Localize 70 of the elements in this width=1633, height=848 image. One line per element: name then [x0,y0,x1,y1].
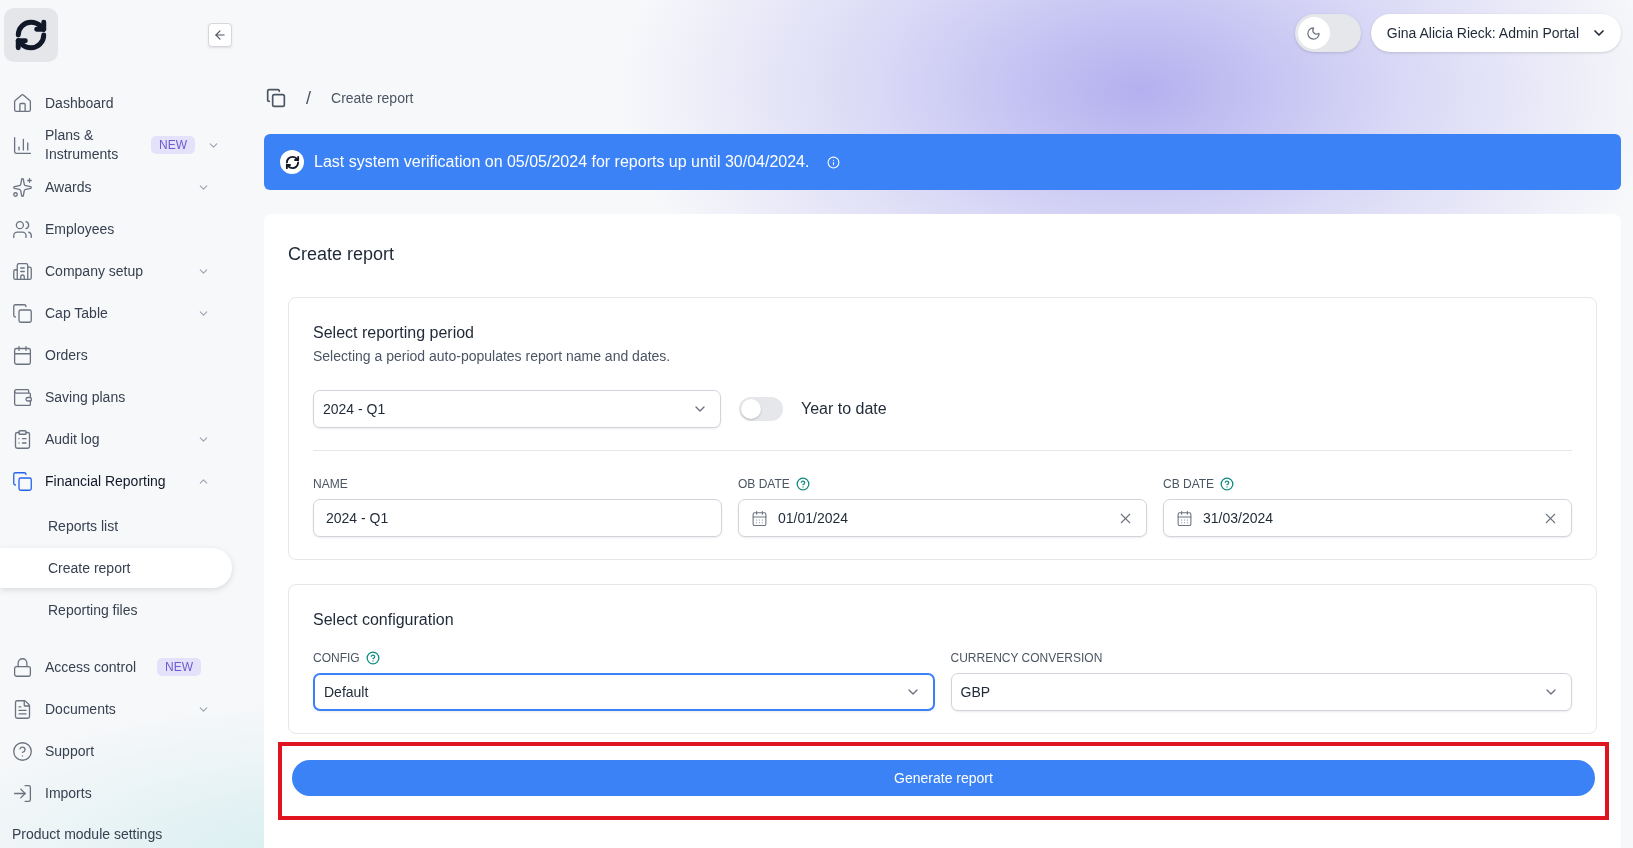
sidebar-item[interactable]: Financial Reporting [0,460,250,502]
field-label: CURRENCY CONVERSION [950,651,1103,665]
nav-icon [12,302,33,324]
nav-icon [12,344,33,366]
arrow-left-icon [213,28,227,42]
generate-report-button[interactable]: Generate report [292,760,1595,796]
info-icon[interactable] [827,155,841,169]
sidebar-item[interactable]: Plans & Instruments NEW [0,124,250,166]
sync-icon [280,150,304,174]
logo[interactable] [4,8,58,62]
switch-label: Year to date [801,400,887,418]
nav-icon [12,470,33,492]
nav-icon [12,218,33,240]
year-to-date-switch[interactable] [739,397,783,421]
reports-icon[interactable] [266,88,286,108]
sidebar-item[interactable]: Documents [0,688,250,730]
sidebar-item[interactable]: Access control NEW [0,646,250,688]
new-badge: NEW [151,136,195,154]
help-icon[interactable] [1220,477,1235,491]
sidebar-item[interactable]: Audit log [0,418,250,460]
sidebar-item[interactable]: Imports [0,772,250,814]
section-title: Select reporting period [313,324,475,342]
nav-icon [12,698,33,720]
nav-icon [12,260,33,282]
field-label: NAME [313,477,348,491]
sidebar-item[interactable]: Employees [0,208,250,250]
user-menu-button[interactable]: Gina Alicia Rieck: Admin Portal [1370,14,1621,52]
collapse-sidebar-button[interactable] [208,23,232,47]
select-field[interactable]: Default [313,673,935,711]
period-select[interactable]: 2024 - Q1 [313,390,721,428]
sidebar-item[interactable]: Dashboard [0,82,250,124]
nav-icon [12,782,33,804]
section-title: Select configuration [313,611,455,629]
help-icon[interactable] [365,651,380,665]
help-icon[interactable] [795,477,810,491]
sidebar-item[interactable]: Support [0,730,250,772]
nav-icon [12,386,33,408]
breadcrumb-separator: / [306,87,311,109]
sidebar-subitem[interactable]: Reports list [0,506,232,546]
date-field[interactable]: 01/01/2024 [738,499,1147,537]
theme-toggle[interactable] [1294,14,1361,52]
page-title: Create report [288,244,396,265]
sidebar-item[interactable]: Company setup [0,250,250,292]
field-label: CONFIG [313,651,360,665]
sidebar-item[interactable]: Cap Table [0,292,250,334]
nav-icon [12,134,33,156]
nav-icon [12,656,33,678]
nav-icon [12,428,33,450]
nav-icon [12,92,33,114]
breadcrumb-item: Create report [331,90,414,106]
logo-icon [14,18,48,52]
calendar-icon [751,509,768,527]
field-label: OB DATE [738,477,790,491]
sidebar-subitem[interactable]: Create report [0,548,232,588]
select-field[interactable]: GBP [950,673,1572,711]
sidebar-item[interactable]: Awards [0,166,250,208]
product-module-settings-link[interactable]: Product module settings [0,814,250,842]
sidebar-item[interactable]: Orders [0,334,250,376]
banner-text: Last system verification on 05/05/2024 for reports up until 30/04/2024. [314,153,810,171]
nav-icon [12,176,33,198]
field-label: CB DATE [1163,477,1215,491]
sidebar-subitem[interactable]: Reporting files [0,590,232,630]
moon-icon [1306,25,1322,41]
input-field[interactable]: 2024 - Q1 [313,499,722,537]
new-badge: NEW [157,658,201,676]
calendar-icon [1176,509,1193,527]
date-field[interactable]: 31/03/2024 [1163,499,1572,537]
sidebar-item[interactable]: Saving plans [0,376,250,418]
section-subtitle: Selecting a period auto-populates report name and dates. [313,348,672,364]
nav-icon [12,740,33,762]
